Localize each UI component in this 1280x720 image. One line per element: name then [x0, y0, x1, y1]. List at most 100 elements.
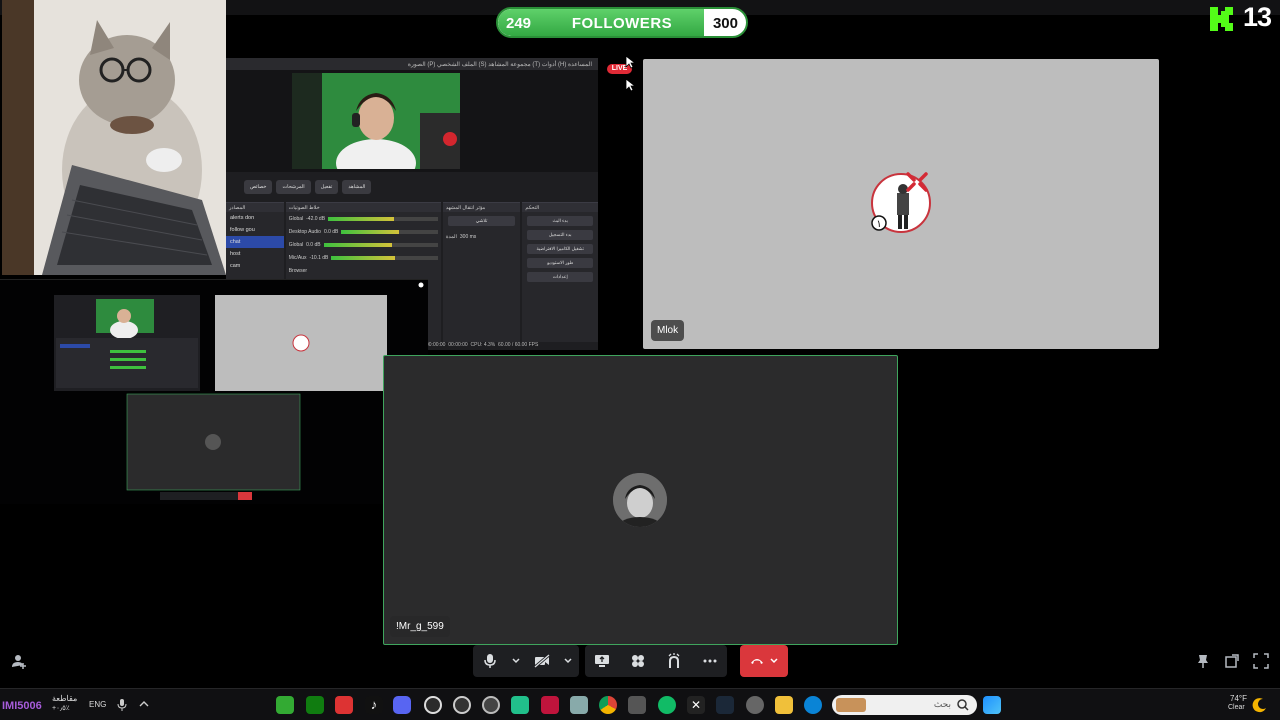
- obs-start-stream-button[interactable]: بدء البث: [527, 216, 594, 226]
- capcut-icon[interactable]: ✕: [687, 696, 705, 714]
- xbox-app-icon[interactable]: [276, 696, 294, 714]
- windows-start-icon[interactable]: [983, 696, 1001, 714]
- media-controls: [473, 645, 579, 677]
- obs-mixer-row: Desktop Audio 0.0 dB: [286, 225, 441, 238]
- chevron-up-icon[interactable]: [139, 700, 149, 708]
- participant-tile-mlok[interactable]: ١ Mlok: [643, 59, 1159, 349]
- kick-viewer-count: 13: [1243, 2, 1272, 32]
- language-indicator[interactable]: ENG: [89, 700, 106, 709]
- obs-tool-filters[interactable]: المرشحات: [276, 180, 311, 194]
- obs-controls-title: التحكم: [522, 203, 598, 212]
- app-icon[interactable]: [453, 696, 471, 714]
- obs-toolbar: خصائص المرشحات تفعيل المشاهد: [226, 180, 598, 198]
- obs-settings-button[interactable]: إعدادات: [527, 272, 594, 282]
- camera-off-icon[interactable]: [531, 650, 553, 672]
- pin-icon[interactable]: [1195, 653, 1211, 669]
- obs-source-item[interactable]: cam: [226, 260, 284, 272]
- more-icon[interactable]: [699, 650, 721, 672]
- app-icon[interactable]: [511, 696, 529, 714]
- search-highlight-image: [836, 698, 866, 712]
- weather-temp: 74°F: [1230, 694, 1247, 703]
- obs-source-item[interactable]: alerts don: [226, 212, 284, 224]
- screen-share-icon[interactable]: [591, 650, 613, 672]
- avatar: [613, 473, 667, 527]
- fullscreen-icon[interactable]: [1253, 653, 1269, 669]
- app-icon[interactable]: [482, 696, 500, 714]
- app-icon[interactable]: [335, 696, 353, 714]
- obs-transitions-dock: مؤثر انتقال المشهد تلاشي المدة 300 ms: [442, 202, 521, 342]
- obs-status-bar: 00:00:00 00:00:00 CPU: 4.3% 60.00 / 60.0…: [426, 342, 539, 348]
- cursor-icon: [625, 78, 635, 92]
- app-icon[interactable]: [541, 696, 559, 714]
- anger-icon: [906, 172, 928, 192]
- participant-tile-mr-g[interactable]: !Mr_g_599: [383, 355, 898, 645]
- obs-volume-slider[interactable]: [331, 255, 438, 260]
- popout-icon[interactable]: [1224, 653, 1240, 669]
- obs-mixer-row: Global 0.0 dB: [286, 238, 441, 251]
- file-explorer-icon[interactable]: [775, 696, 793, 714]
- taskbar-search[interactable]: بحث: [832, 695, 977, 715]
- search-placeholder: بحث: [933, 699, 951, 709]
- obs-volume-slider[interactable]: [341, 229, 438, 234]
- obs-mixer-row: Mic/Aux -10.1 dB: [286, 251, 441, 264]
- soundboard-icon[interactable]: [663, 650, 685, 672]
- chevron-down-icon[interactable]: [511, 650, 521, 672]
- microphone-icon[interactable]: [117, 698, 127, 712]
- call-controls: [473, 645, 788, 677]
- cursor-icon: [625, 55, 635, 69]
- obs-controls-dock: التحكم بدء البث بدء التسجيل تشغيل الكامي…: [522, 202, 598, 342]
- stock-widget-title[interactable]: مقاطعة: [52, 694, 77, 703]
- stock-widget-sub: +٠٫٥٪: [52, 705, 70, 712]
- obs-mixer-title: خلاط الصوتيات: [285, 203, 441, 212]
- badge-icon: ١: [871, 215, 887, 231]
- hangup-button[interactable]: [740, 645, 788, 677]
- obs-source-item[interactable]: follow gou: [226, 224, 284, 236]
- steam-icon[interactable]: [716, 696, 734, 714]
- activities-icon[interactable]: [627, 650, 649, 672]
- tiktok-icon[interactable]: ♪: [365, 696, 383, 714]
- cat-image: [2, 0, 226, 275]
- app-icon[interactable]: [628, 696, 646, 714]
- chevron-down-icon[interactable]: [563, 650, 573, 672]
- edge-icon[interactable]: [804, 696, 822, 714]
- obs-source-item[interactable]: host: [226, 248, 284, 260]
- chrome-icon[interactable]: [599, 696, 617, 714]
- followers-label: FOLLOWERS: [571, 15, 673, 32]
- extra-controls: [585, 645, 727, 677]
- obs-volume-slider[interactable]: [323, 242, 438, 247]
- add-user-icon[interactable]: [11, 653, 27, 669]
- search-icon: [957, 699, 969, 711]
- cat-webcam-feed: [2, 0, 226, 275]
- obs-menu-bar: المساعدة (H) أدوات (T) مجموعة المشاهد (S…: [226, 58, 598, 70]
- app-icon[interactable]: [570, 696, 588, 714]
- app-icon[interactable]: [658, 696, 676, 714]
- followers-goal-bar: 249 FOLLOWERS 300: [496, 7, 748, 38]
- obs-tool-properties[interactable]: خصائص: [244, 180, 273, 194]
- obs-transitions-title: مؤثر انتقال المشهد: [442, 203, 521, 212]
- hangup-icon: [751, 659, 763, 664]
- weather-condition: Clear: [1228, 704, 1245, 711]
- obs-studio-mode-button[interactable]: طور الاستوديو: [527, 258, 594, 268]
- obs-tool-scenes[interactable]: المشاهد: [342, 180, 372, 194]
- svg-text:١: ١: [876, 219, 881, 230]
- obs-transition-duration: المدة 300 ms: [445, 233, 477, 240]
- obs-start-recording-button[interactable]: بدء التسجيل: [527, 230, 594, 240]
- obs-preview: [226, 70, 598, 172]
- obs-volume-slider[interactable]: [328, 216, 438, 221]
- obs-icon[interactable]: [424, 696, 442, 714]
- obs-webcam-preview: [292, 73, 460, 169]
- moon-weather-icon[interactable]: [1252, 697, 1268, 713]
- chevron-down-icon[interactable]: [770, 658, 778, 664]
- kick-logo-icon: [1210, 7, 1233, 31]
- nested-screen-capture: [0, 279, 428, 504]
- xbox-icon[interactable]: [306, 696, 324, 714]
- windows-taskbar: IMI5006 مقاطعة +٠٫٥٪ ENG ♪ ✕ بحث 74°F Cl…: [0, 688, 1280, 720]
- obs-transition-type[interactable]: تلاشي: [447, 216, 516, 226]
- obs-source-item-selected[interactable]: chat: [226, 236, 284, 248]
- obs-sources-title: المصادر: [226, 203, 284, 212]
- obs-virtual-camera-button[interactable]: تشغيل الكاميرا الافتراضية: [527, 244, 594, 254]
- microphone-icon[interactable]: [479, 650, 501, 672]
- discord-icon[interactable]: [393, 696, 411, 714]
- obs-tool-activate[interactable]: تفعيل: [314, 180, 339, 194]
- settings-icon[interactable]: [746, 696, 764, 714]
